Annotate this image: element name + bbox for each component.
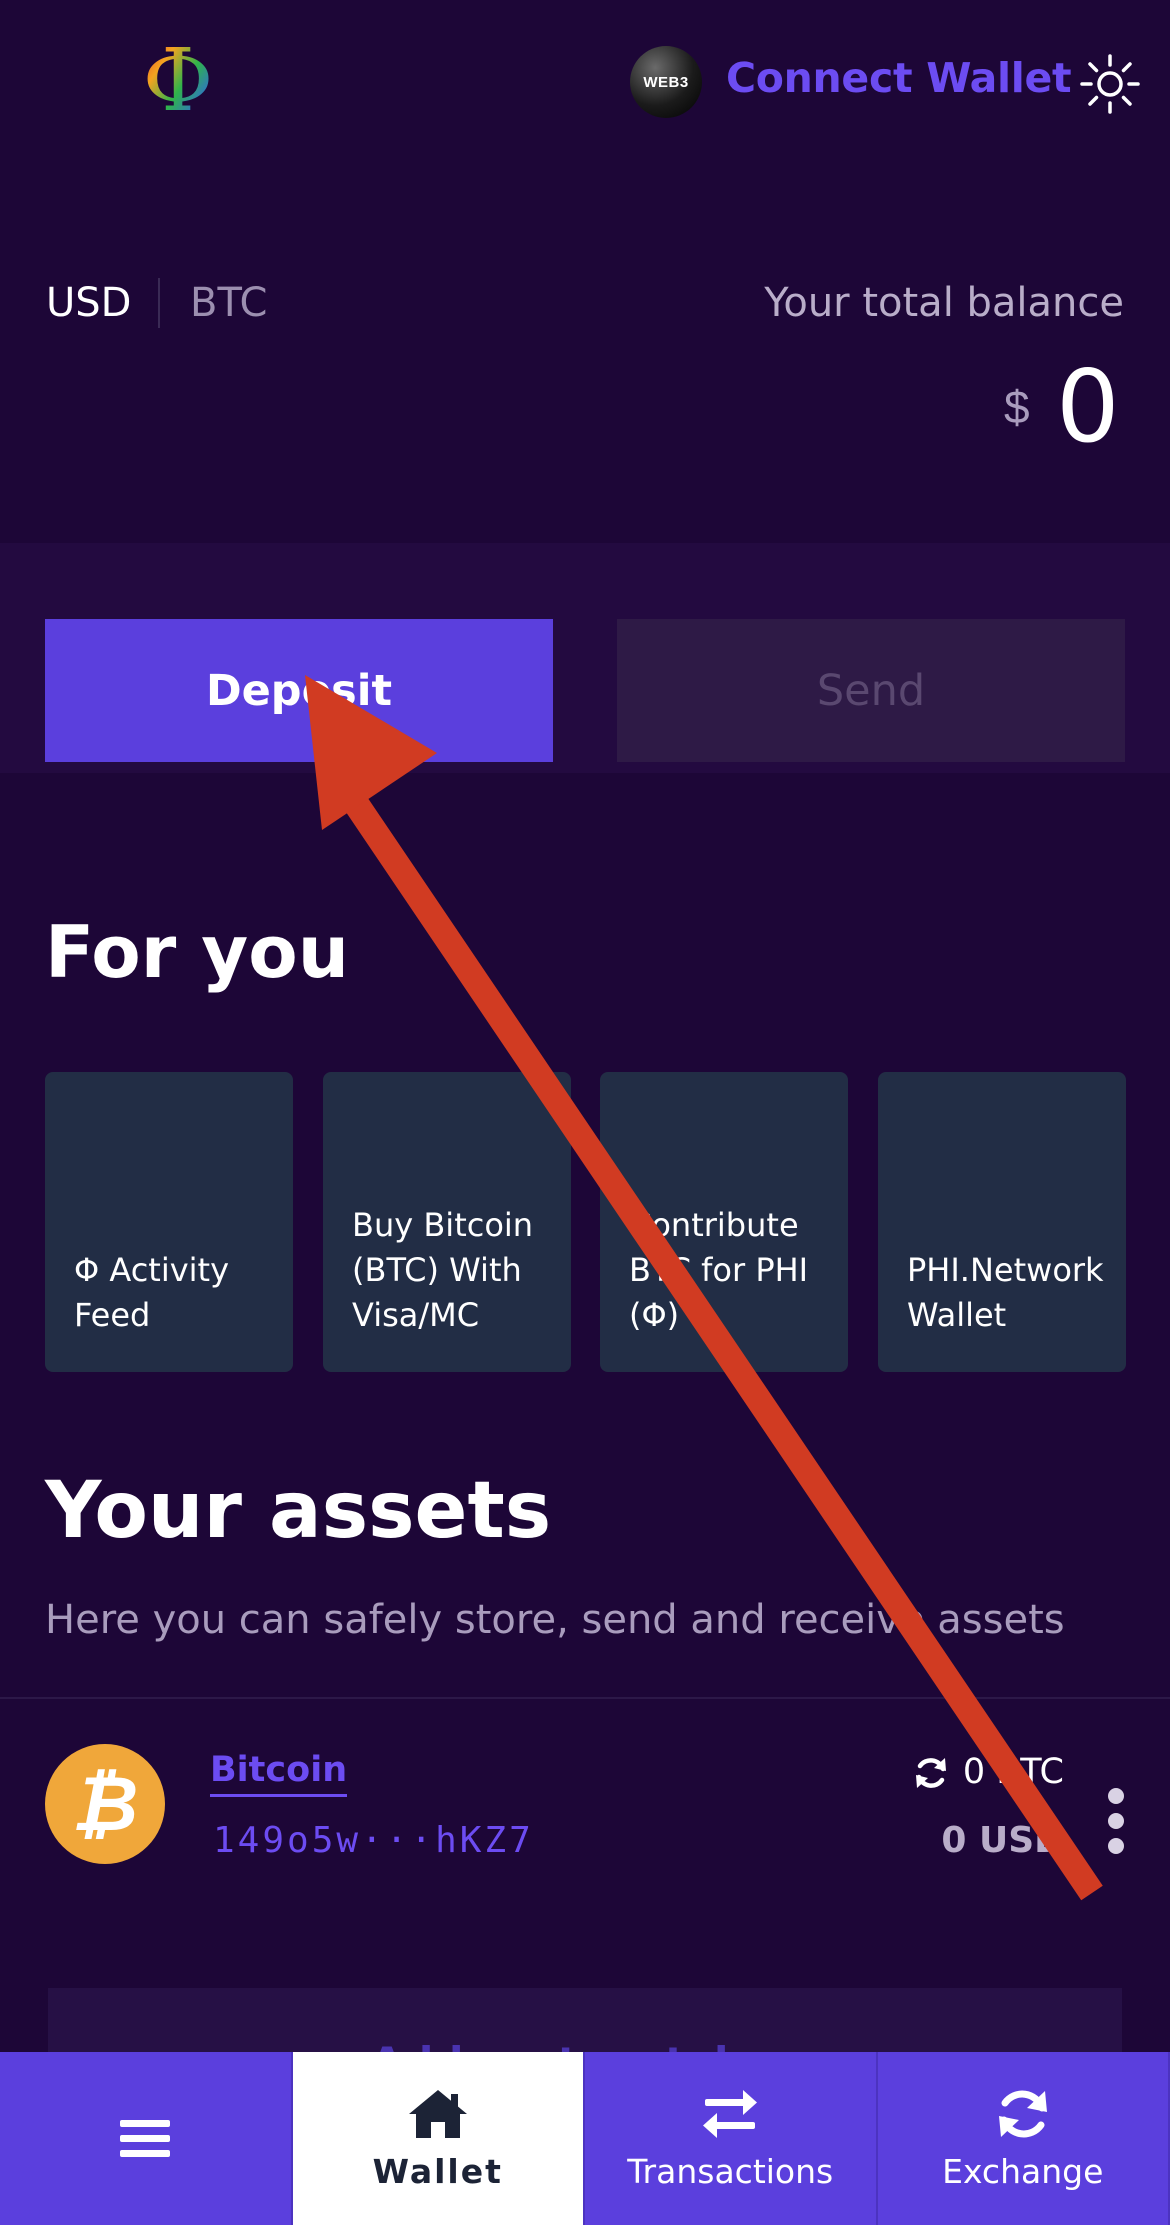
menu-icon — [120, 2119, 171, 2157]
assets-subtitle: Here you can safely store, send and rece… — [45, 1597, 1065, 1643]
currency-toggle-btc[interactable]: BTC — [190, 280, 267, 326]
nav-exchange[interactable]: Exchange — [877, 2052, 1170, 2225]
send-button[interactable]: Send — [617, 619, 1125, 762]
asset-amount: 0 BTC — [962, 1752, 1064, 1792]
nav-label: Wallet — [372, 2152, 503, 2191]
nav-label: Exchange — [942, 2152, 1104, 2191]
web3-badge-icon[interactable]: WEB3 — [630, 46, 702, 118]
bitcoin-glyph: ₿ — [71, 1761, 139, 1847]
card-label: Contribute BTC for PHI (Φ) — [629, 1206, 809, 1334]
card-label: Buy Bitcoin (BTC) With Visa/MC — [352, 1206, 534, 1334]
balance-currency-symbol: $ — [1004, 381, 1030, 433]
asset-usd-value: 0 USD — [941, 1820, 1064, 1861]
asset-name-link[interactable]: Bitcoin — [210, 1750, 348, 1797]
swap-arrows-icon — [703, 2090, 758, 2138]
asset-row-bitcoin[interactable]: ₿ Bitcoin 149o5w···hKZ7 0 BTC 0 USD — [0, 1700, 1170, 1900]
card-label: PHI.Network Wallet — [907, 1251, 1104, 1334]
more-options-icon[interactable] — [1102, 1788, 1130, 1858]
card-contribute-btc[interactable]: Contribute BTC for PHI (Φ) — [600, 1072, 848, 1372]
app-header: Φ WEB3 Connect Wallet — [0, 0, 1170, 170]
phi-logo[interactable]: Φ — [142, 38, 214, 124]
sync-icon[interactable] — [912, 1754, 950, 1792]
nav-wallet[interactable]: Wallet — [292, 2052, 585, 2225]
nav-menu[interactable] — [0, 2052, 293, 2225]
total-balance-label: Your total balance — [764, 280, 1124, 326]
connect-wallet-link[interactable]: Connect Wallet — [726, 54, 1072, 102]
for-you-cards: Φ Activity Feed Buy Bitcoin (BTC) With V… — [45, 1072, 1126, 1372]
total-balance-value: 0 — [1056, 348, 1120, 465]
home-icon — [408, 2090, 467, 2138]
refresh-icon — [998, 2090, 1047, 2138]
bottom-nav: Wallet Transactions Exchange — [0, 2052, 1170, 2225]
sun-icon[interactable] — [1078, 52, 1142, 116]
asset-address[interactable]: 149o5w···hKZ7 — [213, 1820, 534, 1861]
card-buy-bitcoin[interactable]: Buy Bitcoin (BTC) With Visa/MC — [323, 1072, 571, 1372]
deposit-button[interactable]: Deposit — [45, 619, 553, 762]
card-phi-network-wallet[interactable]: PHI.Network Wallet — [878, 1072, 1126, 1372]
assets-heading: Your assets — [45, 1466, 552, 1556]
card-activity-feed[interactable]: Φ Activity Feed — [45, 1072, 293, 1372]
currency-toggle-usd[interactable]: USD — [46, 280, 131, 326]
for-you-heading: For you — [45, 910, 349, 994]
nav-label: Transactions — [627, 2152, 834, 2191]
card-label: Φ Activity Feed — [74, 1251, 230, 1334]
svg-text:Φ: Φ — [143, 38, 214, 124]
divider — [0, 1697, 1170, 1699]
bitcoin-icon: ₿ — [45, 1744, 165, 1864]
nav-transactions[interactable]: Transactions — [585, 2052, 878, 2225]
currency-divider — [158, 278, 160, 328]
